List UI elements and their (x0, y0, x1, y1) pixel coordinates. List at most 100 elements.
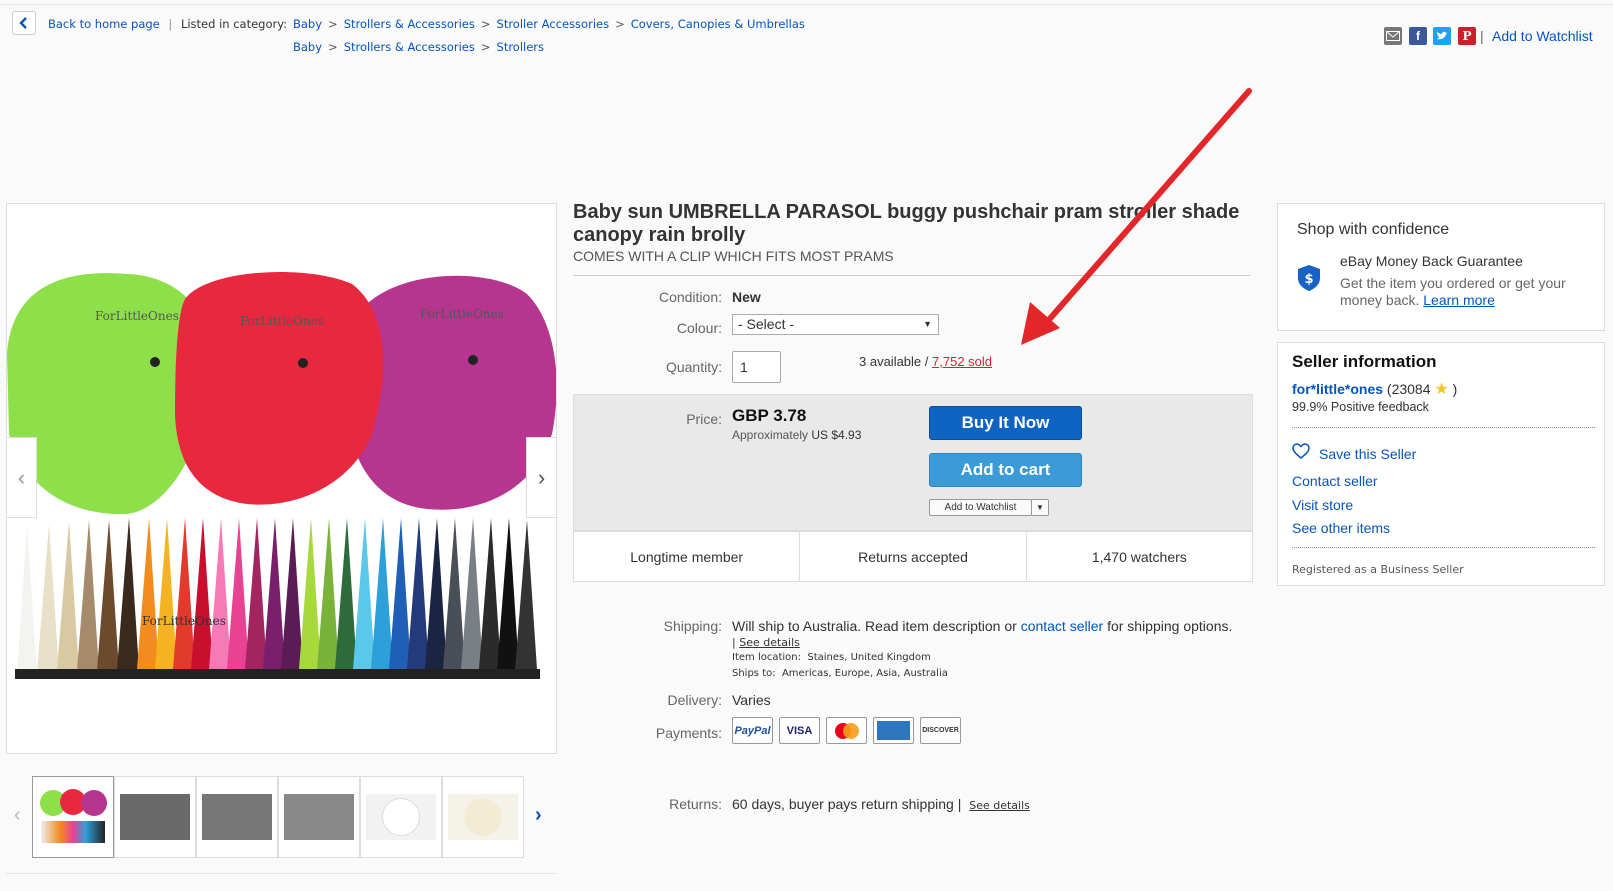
add-to-watchlist-button[interactable]: Add to Watchlist (929, 499, 1032, 516)
save-seller-link[interactable]: Save this Seller (1319, 446, 1416, 462)
umbrella-canopy-red (175, 272, 384, 505)
price-label: Price: (686, 411, 722, 427)
back-to-home-link[interactable]: Back to home page (48, 17, 160, 31)
delivery-value: Varies (732, 692, 771, 708)
approx-price: Approximately US $4.93 (732, 428, 862, 442)
thumbs-next-button[interactable]: › (535, 804, 542, 827)
seller-name-link[interactable]: for*little*ones (1292, 381, 1383, 397)
listed-in-label: Listed in category: (180, 17, 288, 31)
twitter-icon[interactable] (1433, 27, 1451, 45)
available-count: 3 available / (859, 354, 929, 369)
breadcrumb-strollers-accessories-2[interactable]: Strollers & Accessories (344, 40, 475, 54)
payments-label: Payments: (655, 725, 722, 741)
shipping-text: Will ship to Australia. Read item descri… (732, 618, 1233, 634)
item-title: Baby sun UMBRELLA PARASOL buggy pushchai… (573, 201, 1240, 246)
add-to-cart-button[interactable]: Add to cart (929, 453, 1082, 487)
approx-price-value: US $4.93 (811, 428, 862, 442)
sold-count-link[interactable]: 7,752 sold (932, 354, 992, 369)
visa-icon: VISA (779, 717, 820, 744)
facebook-icon[interactable]: f (1409, 27, 1427, 45)
money-back-guarantee-title: eBay Money Back Guarantee (1340, 253, 1523, 269)
title-divider (573, 275, 1250, 276)
condition-value: New (732, 289, 761, 305)
paypal-icon: PayPal (732, 717, 773, 744)
seller-divider-2 (1292, 547, 1595, 548)
discover-icon: DISCOVER (920, 717, 961, 744)
star-icon: ★ (1434, 381, 1449, 398)
ships-to: Ships to: Americas, Europe, Asia, Austra… (732, 668, 948, 679)
availability: 3 available / 7,752 sold (859, 354, 992, 369)
quantity-input[interactable]: 1 (732, 351, 781, 383)
returns-details-link[interactable]: See details (969, 799, 1030, 812)
thumbnail-6[interactable] (442, 776, 524, 858)
thumbs-prev-button[interactable]: ‹ (14, 804, 21, 827)
gallery-divider (6, 873, 557, 874)
seller-divider-1 (1292, 427, 1595, 428)
shipping-details-link[interactable]: See details (739, 636, 800, 649)
see-other-items-link[interactable]: See other items (1292, 520, 1390, 536)
dropdown-arrow-icon: ▼ (923, 319, 932, 329)
thumbnail-1[interactable] (32, 776, 114, 858)
contact-seller-side-link[interactable]: Contact seller (1292, 473, 1378, 489)
learn-more-link[interactable]: Learn more (1423, 292, 1495, 308)
stat-longtime-member: Longtime member (574, 532, 801, 581)
pinterest-icon[interactable]: P (1458, 27, 1476, 45)
item-stats: Longtime member Returns accepted 1,470 w… (573, 531, 1253, 582)
returns-label: Returns: (669, 796, 722, 812)
back-button[interactable] (12, 11, 36, 35)
svg-text:$: $ (1304, 272, 1313, 287)
svg-text:ForLittleOnes: ForLittleOnes (240, 314, 324, 328)
visit-store-link[interactable]: Visit store (1292, 497, 1353, 513)
returns-value: 60 days, buyer pays return shipping | Se… (732, 796, 1030, 812)
amex-icon (873, 717, 914, 744)
seller-name-row: for*little*ones (23084 ★ ) (1292, 381, 1458, 398)
breadcrumb-baby[interactable]: Baby (293, 17, 322, 31)
chevron-left-icon (19, 17, 27, 29)
email-icon[interactable] (1384, 27, 1402, 45)
breadcrumb-stroller-accessories[interactable]: Stroller Accessories (497, 17, 610, 31)
contact-seller-link[interactable]: contact seller (1021, 618, 1103, 634)
breadcrumb-row-1: Back to home page | Listed in category: (48, 17, 287, 31)
chevron-left-icon: ‹ (17, 464, 26, 490)
item-subtitle: COMES WITH A CLIP WHICH FITS MOST PRAMS (573, 248, 894, 264)
thumbnail-4[interactable] (278, 776, 360, 858)
breadcrumb-divider: | (168, 17, 173, 31)
stat-returns-accepted: Returns accepted (800, 532, 1027, 581)
thumbnail-5[interactable] (360, 776, 442, 858)
positive-feedback: 99.9% Positive feedback (1292, 400, 1429, 414)
mastercard-icon (826, 717, 867, 744)
buy-it-now-button[interactable]: Buy It Now (929, 406, 1082, 440)
svg-text:ForLittleOnes: ForLittleOnes (420, 307, 504, 321)
breadcrumb: Baby > Strollers & Accessories > Stroller Ac… (293, 17, 805, 31)
quantity-label: Quantity: (665, 359, 722, 375)
watchlist-dropdown-button[interactable]: ▼ (1031, 499, 1049, 516)
image-watermark: ForLittleOnes (95, 309, 179, 323)
business-seller-note: Registered as a Business Seller (1292, 563, 1464, 576)
gallery-prev-button[interactable]: ‹ (6, 437, 37, 518)
breadcrumb-secondary: Baby > Strollers & Accessories > Strollers (293, 40, 545, 54)
colour-select[interactable]: - Select - ▼ (732, 314, 939, 335)
breadcrumb-strollers[interactable]: Strollers (497, 40, 545, 54)
item-location: Item location: Staines, United Kingdom (732, 652, 931, 663)
breadcrumb-strollers-accessories[interactable]: Strollers & Accessories (344, 17, 475, 31)
shipping-see-details: | See details (732, 636, 800, 649)
breadcrumb-covers-canopies[interactable]: Covers, Canopies & Umbrellas (631, 17, 805, 31)
chevron-down-icon: ▼ (1036, 503, 1044, 512)
breadcrumb-baby-2[interactable]: Baby (293, 40, 322, 54)
thumbnail-2[interactable] (114, 776, 196, 858)
colour-label: Colour: (676, 320, 722, 336)
price-value: GBP 3.78 (732, 406, 807, 425)
condition-label: Condition: (658, 289, 722, 305)
gallery-next-button[interactable]: › (526, 437, 557, 518)
feedback-score[interactable]: (23084 (1387, 381, 1431, 397)
main-image[interactable]: ForLittleOnes ForLittleOnes ForLittleOne… (6, 203, 557, 754)
money-back-description: Get the item you ordered or get your mon… (1340, 275, 1566, 308)
svg-text:ForLittleOnes: ForLittleOnes (142, 614, 226, 628)
add-to-watchlist-link[interactable]: Add to Watchlist (1492, 28, 1593, 44)
thumbnail-strip (32, 776, 524, 858)
thumbnail-3[interactable] (196, 776, 278, 858)
colour-select-value: - Select - (738, 316, 795, 332)
seller-info-heading: Seller information (1292, 352, 1437, 371)
heart-icon[interactable] (1292, 443, 1310, 459)
stat-watchers: 1,470 watchers (1091, 548, 1187, 565)
